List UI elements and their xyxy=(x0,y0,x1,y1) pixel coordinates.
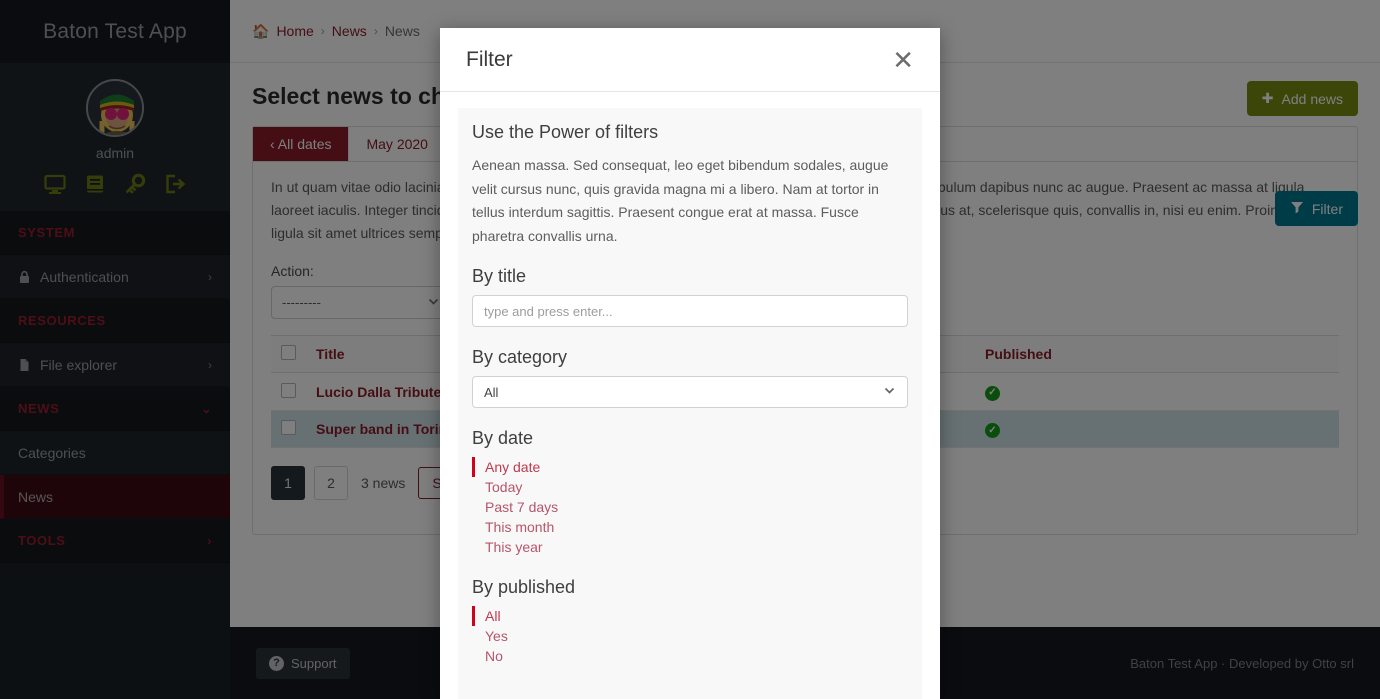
by-category-label: By category xyxy=(472,347,568,368)
modal-body[interactable]: Use the Power of filters Aenean massa. S… xyxy=(440,92,940,699)
date-option-this-year[interactable]: This year xyxy=(472,537,908,557)
chevron-down-icon xyxy=(883,384,896,400)
by-category-select[interactable]: All xyxy=(472,376,908,409)
date-option-past-7-days[interactable]: Past 7 days xyxy=(472,497,908,517)
published-option-no[interactable]: No xyxy=(472,646,908,666)
by-published-options: All Yes No xyxy=(472,606,908,666)
filter-description: Aenean massa. Sed consequat, leo eget bi… xyxy=(472,157,889,244)
date-option-any-date[interactable]: Any date xyxy=(472,457,908,478)
published-option-yes[interactable]: Yes xyxy=(472,626,908,646)
modal-header: Filter ✕ xyxy=(440,28,940,92)
filter-modal: Filter ✕ Use the Power of filters Aenean… xyxy=(440,28,940,699)
by-date-label: By date xyxy=(472,428,534,449)
modal-title: Filter xyxy=(466,47,513,71)
by-date-options: Any date Today Past 7 days This month Th… xyxy=(472,457,908,557)
by-category-value: All xyxy=(484,384,499,400)
by-title-label: By title xyxy=(472,266,527,287)
by-title-input[interactable] xyxy=(472,295,908,328)
published-option-all[interactable]: All xyxy=(472,606,908,627)
app-root: Baton Test App admin xyxy=(0,0,1380,699)
by-published-label: By published xyxy=(472,577,576,598)
date-option-today[interactable]: Today xyxy=(472,477,908,497)
close-icon[interactable]: ✕ xyxy=(892,47,914,73)
filter-panel: Use the Power of filters Aenean massa. S… xyxy=(458,108,922,699)
date-option-this-month[interactable]: This month xyxy=(472,517,908,537)
filter-heading: Use the Power of filters xyxy=(472,122,659,142)
